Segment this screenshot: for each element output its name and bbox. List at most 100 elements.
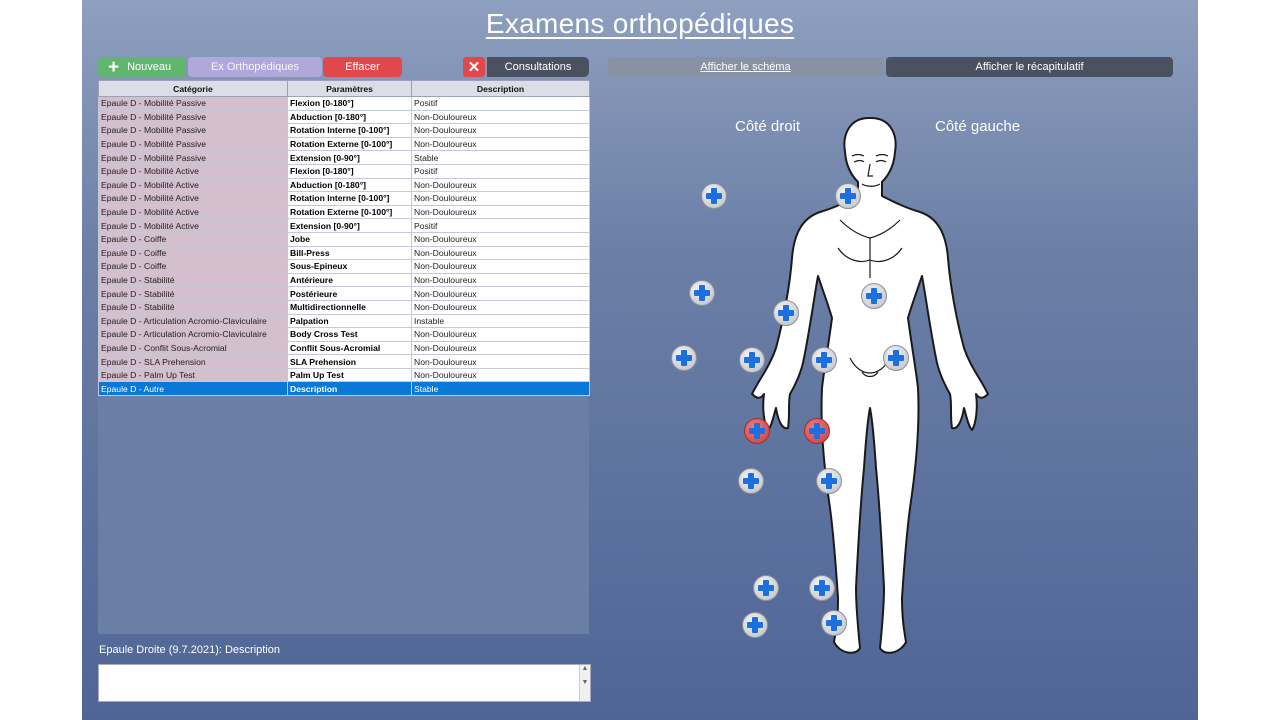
parameter-cell[interactable]: Bill-Press bbox=[287, 245, 412, 261]
header-parameters[interactable]: Paramètres bbox=[287, 80, 412, 97]
parameter-cell[interactable]: SLA Prehension bbox=[287, 354, 412, 369]
category-cell[interactable]: Epaule D - Mobilité Active bbox=[98, 191, 288, 206]
parameter-cell[interactable]: Jobe bbox=[287, 231, 412, 247]
table-row[interactable]: Epaule D - Stabilité Antérieure Non-Doulou… bbox=[98, 272, 590, 288]
category-cell[interactable]: Epaule D - Stabilité bbox=[98, 286, 288, 301]
category-cell[interactable]: Epaule D - Mobilité Active bbox=[98, 204, 288, 220]
table-row[interactable]: Epaule D - Coiffe Sous-Epineux Non-Doulour… bbox=[98, 259, 590, 274]
add-marker-icon[interactable] bbox=[821, 610, 847, 636]
table-row[interactable]: Epaule D - Mobilité Active Extension [0-9… bbox=[98, 218, 590, 233]
category-cell[interactable]: Epaule D - Stabilité bbox=[98, 272, 288, 288]
show-summary-button[interactable]: Afficher le récapitulatif bbox=[886, 57, 1173, 77]
add-marker-icon[interactable] bbox=[861, 283, 887, 309]
category-cell[interactable]: Epaule D - Articulation Acromio-Clavicul… bbox=[98, 327, 288, 342]
description-cell[interactable]: Non-Douloureux bbox=[411, 299, 590, 315]
close-icon[interactable]: ✕ bbox=[463, 57, 485, 77]
parameter-cell[interactable]: Flexion [0-180°] bbox=[287, 163, 412, 179]
add-marker-icon[interactable] bbox=[744, 418, 770, 444]
category-cell[interactable]: Epaule D - Mobilité Active bbox=[98, 218, 288, 233]
ex-orthopediques-button[interactable]: Ex Orthopédiques bbox=[188, 57, 322, 77]
table-row[interactable]: Epaule D - Mobilité Passive Rotation Inte… bbox=[98, 123, 590, 138]
category-cell[interactable]: Epaule D - Autre bbox=[98, 381, 288, 397]
table-row[interactable]: Epaule D - Coiffe Bill-Press Non-Douloureu… bbox=[98, 245, 590, 261]
category-cell[interactable]: Epaule D - Mobilité Active bbox=[98, 163, 288, 179]
parameter-cell[interactable]: Body Cross Test bbox=[287, 327, 412, 342]
description-cell[interactable]: Stable bbox=[411, 381, 590, 397]
add-marker-icon[interactable] bbox=[835, 183, 861, 209]
description-cell[interactable]: Non-Douloureux bbox=[411, 272, 590, 288]
add-marker-icon[interactable] bbox=[811, 347, 837, 373]
description-cell[interactable]: Non-Douloureux bbox=[411, 231, 590, 247]
add-marker-icon[interactable] bbox=[809, 575, 835, 601]
parameter-cell[interactable]: Rotation Interne [0-100°] bbox=[287, 123, 412, 138]
show-diagram-button[interactable]: Afficher le schéma bbox=[608, 57, 883, 77]
table-row[interactable]: Epaule D - Articulation Acromio-Clavicul… bbox=[98, 313, 590, 329]
description-cell[interactable]: Instable bbox=[411, 313, 590, 329]
description-cell[interactable]: Non-Douloureux bbox=[411, 136, 590, 152]
table-row[interactable]: Epaule D - Palm Up Test Palm Up Test Non-D… bbox=[98, 367, 590, 383]
table-row[interactable]: Epaule D - Mobilité Active Rotation Exter… bbox=[98, 204, 590, 220]
parameter-cell[interactable]: Multidirectionnelle bbox=[287, 299, 412, 315]
category-cell[interactable]: Epaule D - Conflit Sous-Acromial bbox=[98, 340, 288, 356]
parameter-cell[interactable]: Abduction [0-180°] bbox=[287, 177, 412, 193]
consultations-button[interactable]: Consultations bbox=[487, 57, 589, 77]
category-cell[interactable]: Epaule D - Coiffe bbox=[98, 245, 288, 261]
table-row[interactable]: Epaule D - Conflit Sous-Acromial Conflit … bbox=[98, 340, 590, 356]
description-cell[interactable]: Positif bbox=[411, 218, 590, 233]
description-cell[interactable]: Non-Douloureux bbox=[411, 245, 590, 261]
category-cell[interactable]: Epaule D - Mobilité Passive bbox=[98, 109, 288, 125]
description-cell[interactable]: Non-Douloureux bbox=[411, 259, 590, 274]
parameter-cell[interactable]: Postérieure bbox=[287, 286, 412, 301]
parameter-cell[interactable]: Conflit Sous-Acromial bbox=[287, 340, 412, 356]
description-cell[interactable]: Non-Douloureux bbox=[411, 367, 590, 383]
parameter-cell[interactable]: Antérieure bbox=[287, 272, 412, 288]
header-description[interactable]: Description bbox=[411, 80, 590, 97]
table-row[interactable]: Epaule D - Mobilité Passive Rotation Exte… bbox=[98, 136, 590, 152]
add-marker-icon[interactable] bbox=[701, 183, 727, 209]
category-cell[interactable]: Epaule D - Mobilité Passive bbox=[98, 96, 288, 111]
description-cell[interactable]: Non-Douloureux bbox=[411, 109, 590, 125]
table-row[interactable]: Epaule D - Mobilité Passive Extension [0-… bbox=[98, 150, 590, 165]
table-row[interactable]: Epaule D - Mobilité Passive Flexion [0-18… bbox=[98, 96, 590, 111]
category-cell[interactable]: Epaule D - Articulation Acromio-Clavicul… bbox=[98, 313, 288, 329]
parameter-cell[interactable]: Rotation Interne [0-100°] bbox=[287, 191, 412, 206]
description-cell[interactable]: Non-Douloureux bbox=[411, 123, 590, 138]
description-cell[interactable]: Non-Douloureux bbox=[411, 177, 590, 193]
parameter-cell[interactable]: Extension [0-90°] bbox=[287, 150, 412, 165]
parameter-cell[interactable]: Rotation Externe [0-100°] bbox=[287, 204, 412, 220]
add-marker-icon[interactable] bbox=[816, 468, 842, 494]
add-marker-icon[interactable] bbox=[689, 280, 715, 306]
category-cell[interactable]: Epaule D - Mobilité Passive bbox=[98, 136, 288, 152]
table-row[interactable]: Epaule D - Coiffe Jobe Non-Douloureux bbox=[98, 231, 590, 247]
parameter-cell[interactable]: Flexion [0-180°] bbox=[287, 96, 412, 111]
description-cell[interactable]: Non-Douloureux bbox=[411, 191, 590, 206]
parameter-cell[interactable]: Rotation Externe [0-100°] bbox=[287, 136, 412, 152]
add-marker-icon[interactable] bbox=[883, 345, 909, 371]
category-cell[interactable]: Epaule D - Mobilité Active bbox=[98, 177, 288, 193]
table-row[interactable]: Epaule D - SLA Prehension SLA Prehension N… bbox=[98, 354, 590, 369]
table-row[interactable]: Epaule D - Articulation Acromio-Clavicul… bbox=[98, 327, 590, 342]
parameter-cell[interactable]: Palm Up Test bbox=[287, 367, 412, 383]
table-row[interactable]: Epaule D - Stabilité Postérieure Non-Doulo… bbox=[98, 286, 590, 301]
category-cell[interactable]: Epaule D - Palm Up Test bbox=[98, 367, 288, 383]
category-cell[interactable]: Epaule D - Mobilité Passive bbox=[98, 150, 288, 165]
add-marker-icon[interactable] bbox=[773, 300, 799, 326]
category-cell[interactable]: Epaule D - Stabilité bbox=[98, 299, 288, 315]
category-cell[interactable]: Epaule D - Coiffe bbox=[98, 259, 288, 274]
header-category[interactable]: Catégorie bbox=[98, 80, 288, 97]
description-cell[interactable]: Non-Douloureux bbox=[411, 327, 590, 342]
parameter-cell[interactable]: Sous-Epineux bbox=[287, 259, 412, 274]
notes-textarea[interactable]: ▲ ▼ bbox=[98, 664, 591, 702]
new-button[interactable]: + Nouveau bbox=[98, 57, 186, 77]
table-row[interactable]: Epaule D - Stabilité Multidirectionnelle N… bbox=[98, 299, 590, 315]
table-row[interactable]: Epaule D - Autre Description Stable bbox=[98, 381, 590, 397]
category-cell[interactable]: Epaule D - Mobilité Passive bbox=[98, 123, 288, 138]
add-marker-icon[interactable] bbox=[671, 345, 697, 371]
table-row[interactable]: Epaule D - Mobilité Active Abduction [0-1… bbox=[98, 177, 590, 193]
description-cell[interactable]: Stable bbox=[411, 150, 590, 165]
add-marker-icon[interactable] bbox=[738, 468, 764, 494]
add-marker-icon[interactable] bbox=[739, 347, 765, 373]
parameter-cell[interactable]: Palpation bbox=[287, 313, 412, 329]
description-cell[interactable]: Non-Douloureux bbox=[411, 286, 590, 301]
delete-button[interactable]: Effacer bbox=[323, 57, 402, 77]
